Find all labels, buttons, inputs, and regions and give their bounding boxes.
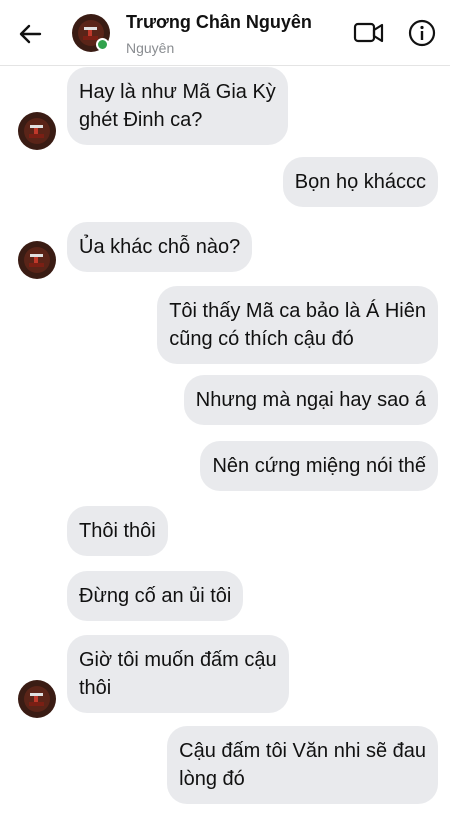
online-status-dot [96, 38, 109, 51]
message-line: cũng có thích cậu đó [169, 328, 354, 350]
avatar-image-icon [18, 241, 56, 279]
info-button[interactable] [406, 17, 438, 49]
message-line: Bọn họ kháccc [294, 171, 426, 193]
message-bubble-incoming[interactable]: Ủa khác chỗ nào? [67, 222, 253, 272]
message-line: thôi [79, 677, 112, 699]
sender-avatar[interactable] [18, 241, 56, 279]
avatar-image-icon [18, 680, 56, 718]
message-line: lòng đó [179, 768, 245, 790]
chat-header: Trương Chân Nguyên Nguyên [0, 0, 450, 66]
avatar-image-icon [18, 112, 56, 150]
message-bubble-outgoing[interactable]: Tôi thấy Mã ca bảo là Á Hiên cũng có thí… [157, 286, 438, 364]
message-bubble-outgoing[interactable]: Bọn họ kháccc [282, 157, 438, 207]
message-bubble-incoming[interactable]: Giờ tôi muốn đấm cậu thôi [67, 635, 289, 713]
message-line: Đừng cố an ủi tôi [79, 585, 232, 607]
message-bubble-outgoing[interactable]: Cậu đấm tôi Văn nhi sẽ đau lòng đó [167, 726, 438, 804]
message-line: ghét Đinh ca? [79, 109, 203, 131]
message-line: Tôi thấy Mã ca bảo là Á Hiên [169, 300, 426, 322]
message-line: Cậu đấm tôi Văn nhi sẽ đau [179, 740, 426, 762]
contact-name[interactable]: Trương Chân Nguyên [126, 12, 312, 33]
contact-nickname: Nguyên [126, 40, 175, 56]
info-icon [408, 19, 436, 47]
message-bubble-outgoing[interactable]: Nhưng mà ngại hay sao á [183, 375, 438, 425]
message-line: Nên cứng miệng nói thế [212, 455, 426, 477]
message-line: Thôi thôi [79, 520, 156, 542]
message-bubble-incoming[interactable]: Thôi thôi [67, 506, 168, 556]
message-line: Hay là như Mã Gia Kỳ [79, 81, 276, 103]
back-button[interactable] [14, 18, 46, 50]
sender-avatar[interactable] [18, 112, 56, 150]
video-camera-icon [353, 22, 384, 43]
message-line: Nhưng mà ngại hay sao á [195, 389, 426, 411]
video-call-button[interactable] [352, 18, 386, 48]
message-line: Ủa khác chỗ nào? [79, 236, 241, 258]
message-bubble-incoming[interactable]: Đừng cố an ủi tôi [67, 571, 244, 621]
message-line: Giờ tôi muốn đấm cậu [79, 649, 277, 671]
message-bubble-incoming[interactable]: Hay là như Mã Gia Kỳ ghét Đinh ca? [67, 67, 288, 145]
arrow-left-icon [19, 24, 42, 44]
sender-avatar[interactable] [18, 680, 56, 718]
message-bubble-outgoing[interactable]: Nên cứng miệng nói thế [200, 441, 438, 491]
